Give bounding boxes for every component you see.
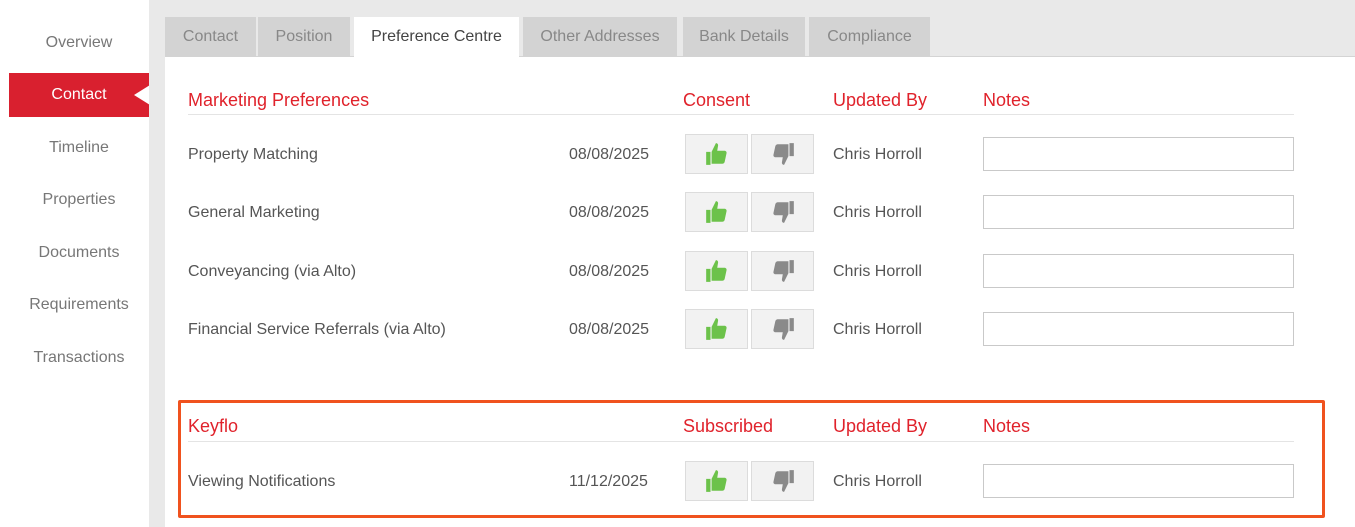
sidebar-item-overview[interactable]: Overview	[9, 21, 149, 65]
pref-label: Viewing Notifications	[188, 473, 336, 490]
thumbs-down-icon	[772, 260, 794, 282]
section-title-marketing: Marketing Preferences	[188, 90, 370, 110]
tab-compliance[interactable]: Compliance	[809, 17, 930, 57]
pref-label: General Marketing	[188, 204, 320, 221]
updated-by: Chris Horroll	[833, 146, 922, 163]
tab-other-addresses[interactable]: Other Addresses	[523, 17, 677, 57]
consent-yes-button[interactable]	[685, 251, 748, 291]
section-title-keyflo: Keyflo	[188, 416, 239, 436]
sidebar: Overview Contact Timeline Properties Doc…	[0, 0, 150, 527]
thumbs-down-icon	[772, 143, 794, 165]
sidebar-item-timeline[interactable]: Timeline	[9, 126, 149, 170]
thumbs-up-icon	[705, 318, 727, 340]
sidebar-item-documents[interactable]: Documents	[9, 231, 149, 275]
col-header-consent: Consent	[683, 90, 751, 110]
updated-by: Chris Horroll	[833, 321, 922, 338]
tab-position[interactable]: Position	[258, 17, 350, 57]
consent-yes-button[interactable]	[685, 192, 748, 232]
main-content	[165, 58, 1355, 527]
subscribed-no-button[interactable]	[751, 461, 814, 501]
notes-input[interactable]	[983, 312, 1294, 346]
pref-date: 08/08/2025	[569, 204, 650, 221]
section-divider	[188, 441, 1294, 442]
pref-date: 08/08/2025	[569, 146, 650, 163]
updated-by: Chris Horroll	[833, 263, 922, 280]
thumbs-up-icon	[705, 470, 727, 492]
sidebar-item-properties[interactable]: Properties	[9, 178, 149, 222]
sidebar-item-contact[interactable]: Contact	[9, 73, 150, 117]
col-header-notes: Notes	[983, 416, 1031, 436]
tab-bar: Contact Position Preference Centre Other…	[165, 0, 1355, 58]
col-header-updated-by: Updated By	[833, 90, 928, 110]
consent-no-button[interactable]	[751, 134, 814, 174]
pref-date: 08/08/2025	[569, 321, 650, 338]
consent-no-button[interactable]	[751, 251, 814, 291]
consent-yes-button[interactable]	[685, 134, 748, 174]
notes-input[interactable]	[983, 195, 1294, 229]
tab-contact[interactable]: Contact	[165, 17, 256, 57]
consent-no-button[interactable]	[751, 309, 814, 349]
notes-input[interactable]	[983, 254, 1294, 288]
thumbs-down-icon	[772, 470, 794, 492]
col-header-notes: Notes	[983, 90, 1031, 110]
sidebar-item-requirements[interactable]: Requirements	[9, 283, 149, 327]
col-header-updated-by: Updated By	[833, 416, 928, 436]
section-divider	[188, 114, 1294, 115]
consent-yes-button[interactable]	[685, 309, 748, 349]
thumbs-down-icon	[772, 201, 794, 223]
thumbs-up-icon	[705, 201, 727, 223]
tab-preference-centre[interactable]: Preference Centre	[354, 17, 519, 58]
updated-by: Chris Horroll	[833, 473, 922, 490]
updated-by: Chris Horroll	[833, 204, 922, 221]
notes-input[interactable]	[983, 137, 1294, 171]
sidebar-gutter	[149, 0, 165, 527]
thumbs-up-icon	[705, 143, 727, 165]
pref-label: Financial Service Referrals (via Alto)	[188, 321, 446, 338]
pref-date: 11/12/2025	[569, 473, 648, 490]
tab-bank-details[interactable]: Bank Details	[683, 17, 805, 57]
subscribed-yes-button[interactable]	[685, 461, 748, 501]
notes-input[interactable]	[983, 464, 1294, 498]
thumbs-up-icon	[705, 260, 727, 282]
pref-date: 08/08/2025	[569, 263, 650, 280]
col-header-subscribed: Subscribed	[683, 416, 774, 436]
pref-label: Conveyancing (via Alto)	[188, 263, 357, 280]
thumbs-down-icon	[772, 318, 794, 340]
pref-label: Property Matching	[188, 146, 318, 163]
consent-no-button[interactable]	[751, 192, 814, 232]
sidebar-item-transactions[interactable]: Transactions	[9, 336, 149, 380]
